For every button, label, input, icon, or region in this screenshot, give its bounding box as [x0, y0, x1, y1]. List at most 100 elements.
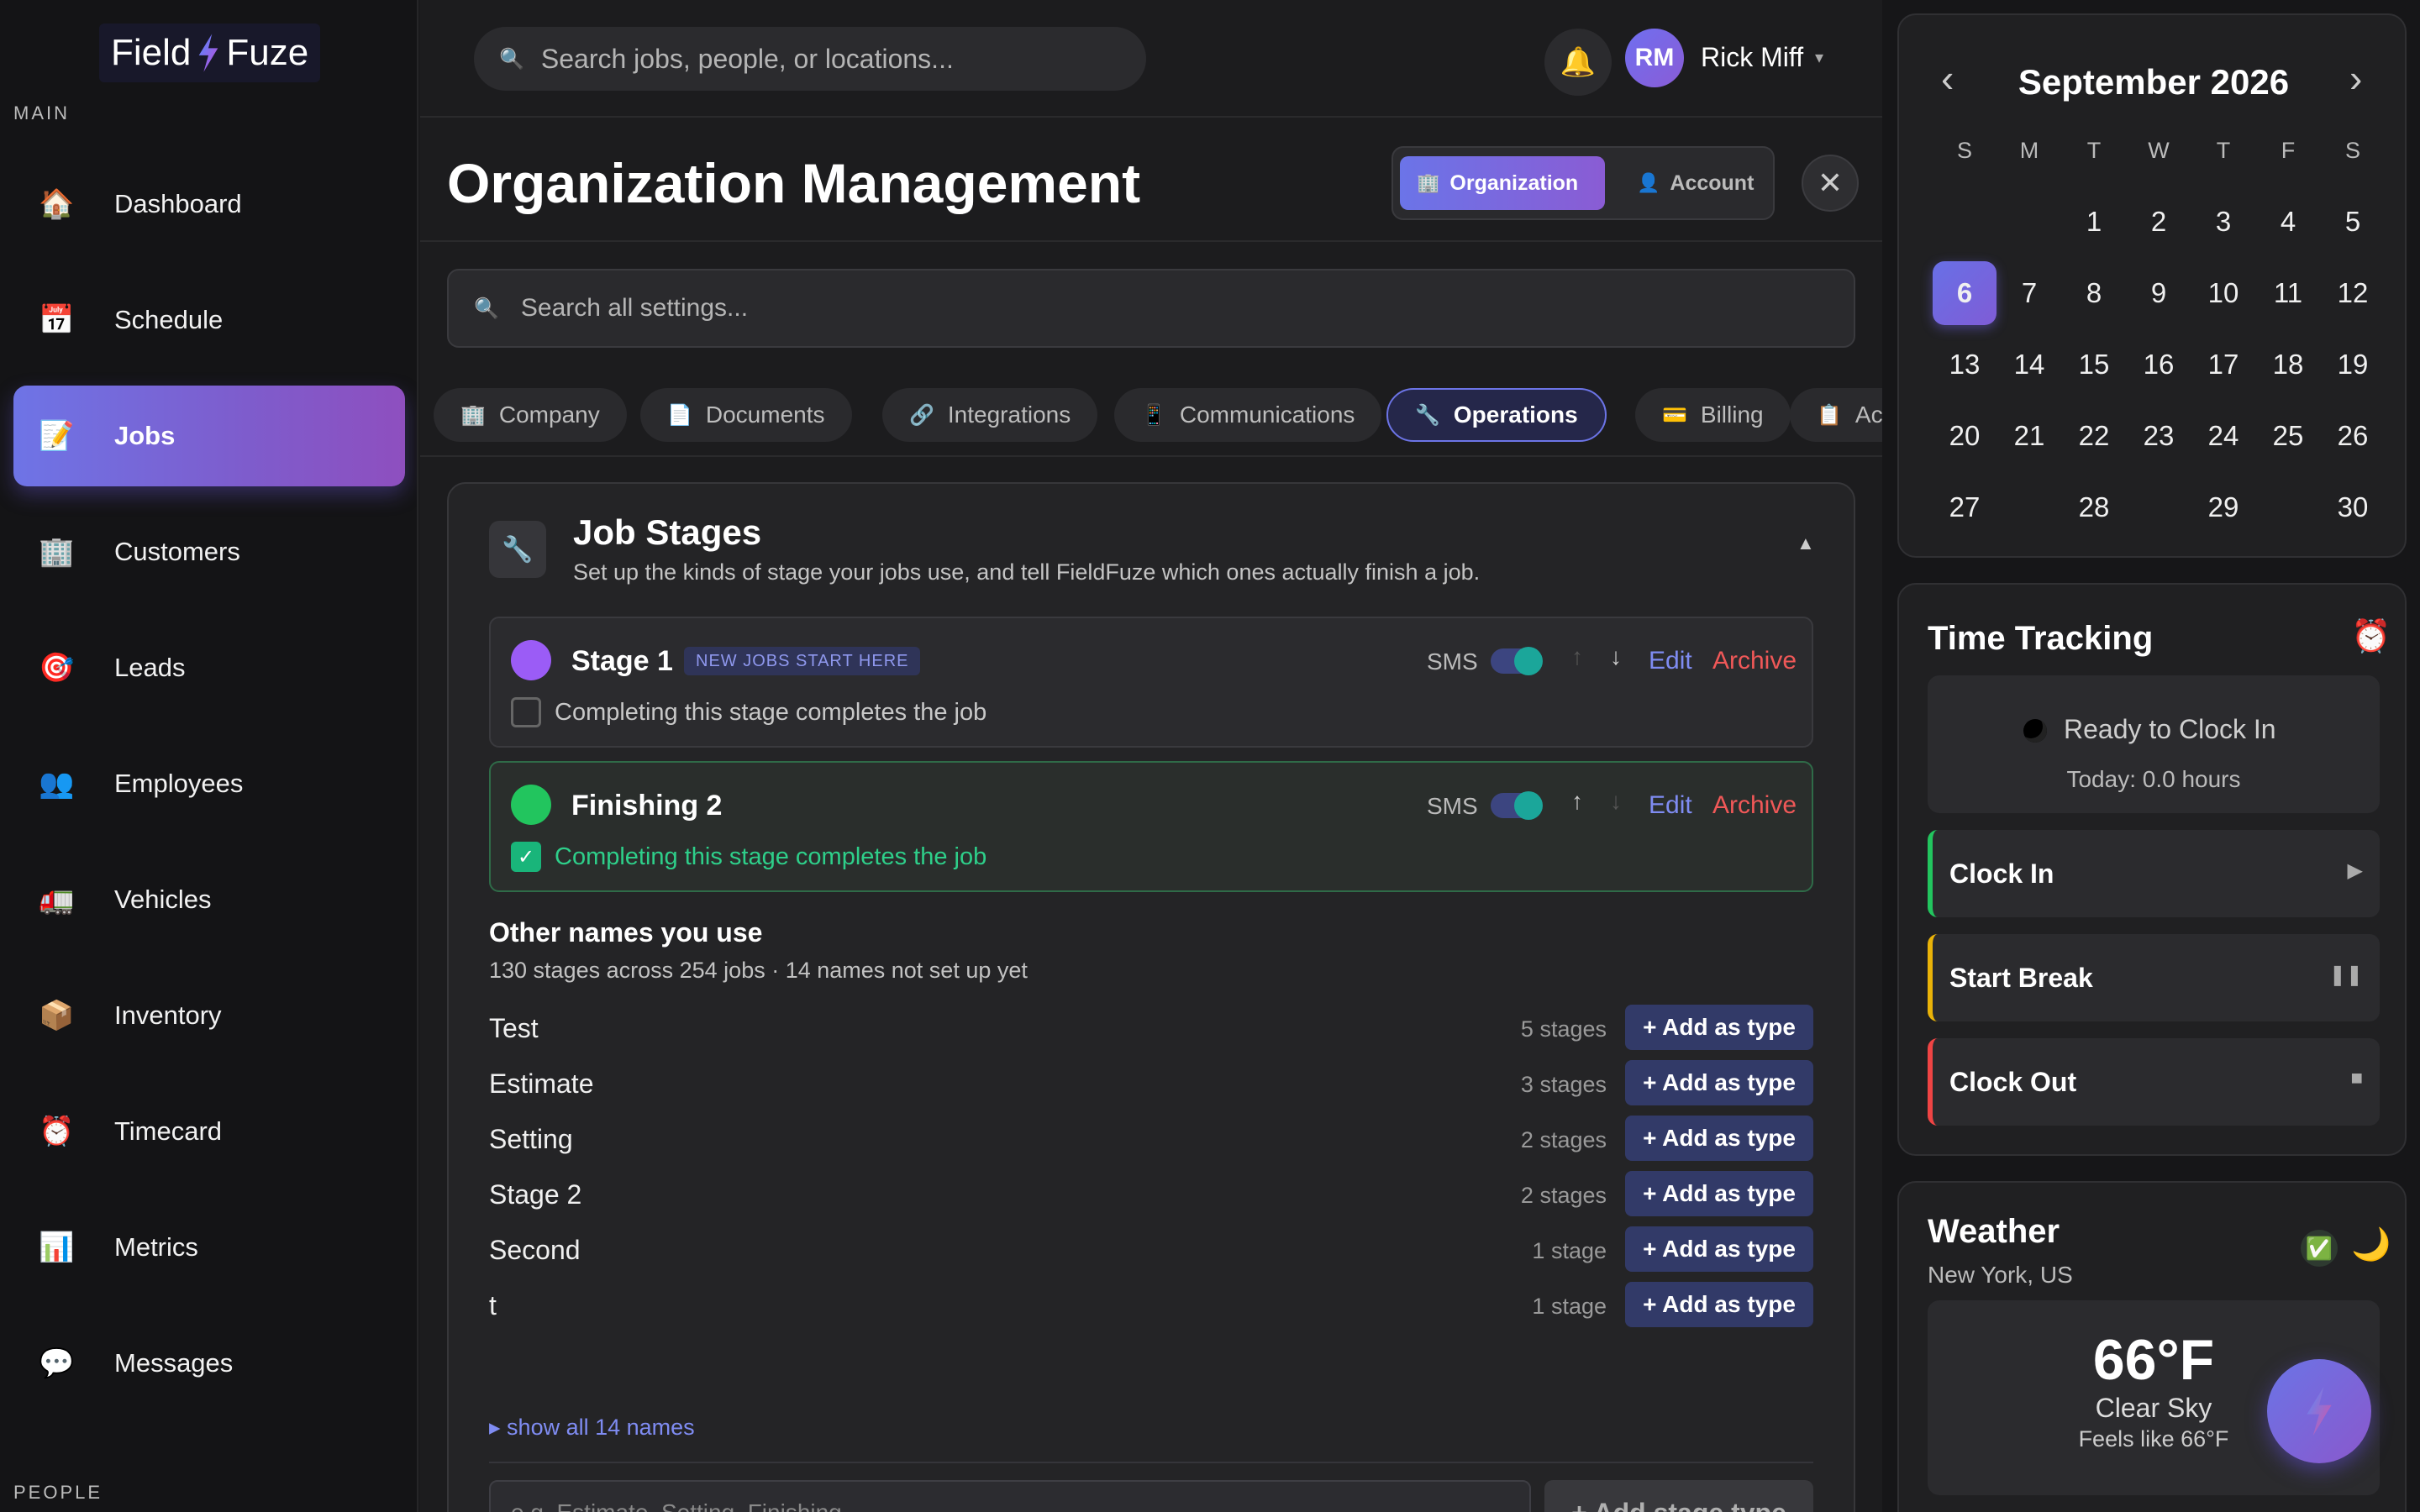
arrow-down-icon[interactable]: ↓: [1610, 788, 1622, 815]
calendar-day[interactable]: 25: [2256, 404, 2320, 468]
add-as-type-button[interactable]: + Add as type: [1625, 1226, 1813, 1272]
completes-job-checkbox[interactable]: ✓: [511, 842, 541, 872]
calendar-day[interactable]: 4: [2256, 190, 2320, 254]
show-all-names-link[interactable]: ▸ show all 14 names: [489, 1415, 695, 1441]
calendar-day[interactable]: 2: [2127, 190, 2191, 254]
add-as-type-button[interactable]: + Add as type: [1625, 1282, 1813, 1327]
avatar[interactable]: RM: [1625, 29, 1684, 87]
calendar-day[interactable]: 6: [1933, 261, 1996, 325]
stage-color-dot[interactable]: [511, 640, 551, 680]
calendar-day[interactable]: 1: [2062, 190, 2126, 254]
collapse-icon[interactable]: ▲: [1797, 533, 1815, 554]
calendar-day[interactable]: 14: [1997, 333, 2061, 396]
sidebar-item-timecard[interactable]: ⏰ Timecard: [13, 1081, 405, 1182]
other-name-row: Setting 2 stages + Add as type: [489, 1116, 1813, 1163]
calendar-day[interactable]: 28: [2062, 475, 2126, 539]
calendar-day[interactable]: 10: [2191, 261, 2255, 325]
calendar-day[interactable]: 20: [1933, 404, 1996, 468]
tab-communications[interactable]: 📱 Communications: [1114, 388, 1382, 442]
global-search[interactable]: 🔍: [474, 27, 1146, 91]
tab-billing[interactable]: 💳 Billing: [1635, 388, 1791, 442]
calendar-day[interactable]: 13: [1933, 333, 1996, 396]
sidebar-item-metrics[interactable]: 📊 Metrics: [13, 1197, 405, 1298]
clock-in-button[interactable]: Clock In ▶: [1928, 830, 2380, 917]
completes-job-checkbox[interactable]: [511, 697, 541, 727]
edit-stage-link[interactable]: Edit: [1649, 647, 1692, 675]
settings-search-input[interactable]: [520, 294, 1781, 323]
calendar-day[interactable]: 7: [1997, 261, 2061, 325]
tab-label: Billing: [1700, 402, 1764, 428]
calendar-day[interactable]: 23: [2127, 404, 2191, 468]
arrow-down-icon[interactable]: ↓: [1610, 643, 1622, 670]
calendar-day[interactable]: 12: [2321, 261, 2385, 325]
sidebar-item-label: Employees: [114, 769, 244, 798]
people-icon: 👥: [39, 768, 75, 800]
tab-operations[interactable]: 🔧 Operations: [1386, 388, 1607, 442]
settings-search[interactable]: 🔍: [447, 269, 1855, 348]
scope-switcher: 🏢 Organization 👤 Account: [1392, 146, 1775, 220]
arrow-up-icon[interactable]: ↑: [1571, 643, 1583, 670]
calendar-day[interactable]: 8: [2062, 261, 2126, 325]
quick-action-button[interactable]: [2267, 1359, 2371, 1463]
start-break-button[interactable]: Start Break ❚❚: [1928, 934, 2380, 1021]
add-stage-type-button[interactable]: + Add stage type: [1544, 1480, 1813, 1512]
sidebar-item-vehicles[interactable]: 🚛 Vehicles: [13, 849, 405, 950]
card-divider: [489, 1462, 1813, 1463]
chevron-right-icon[interactable]: ›: [2349, 55, 2362, 101]
sidebar-item-inventory[interactable]: 📦 Inventory: [13, 965, 405, 1066]
check-icon: ✅: [2301, 1230, 2338, 1267]
edit-stage-link[interactable]: Edit: [1649, 791, 1692, 820]
calendar-day[interactable]: 26: [2321, 404, 2385, 468]
stage-color-dot[interactable]: [511, 785, 551, 825]
calendar-day[interactable]: 29: [2191, 475, 2255, 539]
calendar-day[interactable]: 11: [2256, 261, 2320, 325]
calendar-day[interactable]: 3: [2191, 190, 2255, 254]
calendar-day[interactable]: 22: [2062, 404, 2126, 468]
add-as-type-button[interactable]: + Add as type: [1625, 1171, 1813, 1216]
add-as-type-button[interactable]: + Add as type: [1625, 1060, 1813, 1105]
sms-toggle[interactable]: [1491, 791, 1543, 820]
arrow-up-icon[interactable]: ↑: [1571, 788, 1583, 815]
calendar-day[interactable]: 30: [2321, 475, 2385, 539]
sidebar-item-schedule[interactable]: 📅 Schedule: [13, 270, 405, 370]
weekday-label: F: [2281, 138, 2296, 163]
new-stage-type-input[interactable]: [489, 1480, 1531, 1512]
close-button[interactable]: ✕: [1802, 155, 1859, 212]
sidebar-item-leads[interactable]: 🎯 Leads: [13, 617, 405, 718]
add-as-type-button[interactable]: + Add as type: [1625, 1005, 1813, 1050]
notifications-button[interactable]: 🔔: [1544, 29, 1612, 96]
calendar-day[interactable]: 21: [1997, 404, 2061, 468]
user-icon: 👤: [1637, 172, 1660, 193]
calendar-day[interactable]: 5: [2321, 190, 2385, 254]
clock-out-button[interactable]: Clock Out ■: [1928, 1038, 2380, 1126]
user-menu-name[interactable]: Rick Miff: [1701, 42, 1803, 73]
calendar-day[interactable]: 9: [2127, 261, 2191, 325]
global-search-input[interactable]: [540, 43, 1129, 75]
calendar-day[interactable]: 17: [2191, 333, 2255, 396]
sidebar-item-employees[interactable]: 👥 Employees: [13, 733, 405, 834]
account-tab-button[interactable]: 👤 Account: [1620, 156, 1763, 210]
archive-stage-link[interactable]: Archive: [1712, 647, 1797, 675]
tab-integrations[interactable]: 🔗 Integrations: [882, 388, 1098, 442]
calendar-day[interactable]: 15: [2062, 333, 2126, 396]
sms-toggle[interactable]: [1491, 647, 1543, 675]
calendar-day[interactable]: 16: [2127, 333, 2191, 396]
brand-logo[interactable]: Field Fuze: [99, 24, 321, 82]
calendar-day[interactable]: 24: [2191, 404, 2255, 468]
calendar-day[interactable]: 18: [2256, 333, 2320, 396]
tab-documents[interactable]: 📄 Documents: [640, 388, 852, 442]
add-as-type-button[interactable]: + Add as type: [1625, 1116, 1813, 1161]
calendar-day[interactable]: 27: [1933, 475, 1996, 539]
sidebar-item-dashboard[interactable]: 🏠 Dashboard: [13, 154, 405, 255]
organization-tab-button[interactable]: 🏢 Organization: [1400, 156, 1605, 210]
chevron-down-icon[interactable]: ▾: [1815, 47, 1823, 68]
calendar-day[interactable]: 19: [2321, 333, 2385, 396]
tab-ac[interactable]: 📋 Ac: [1790, 388, 1882, 442]
sidebar-item-messages[interactable]: 💬 Messages: [13, 1313, 405, 1414]
alarm-clock-icon: ⏰: [39, 1116, 75, 1147]
tab-company[interactable]: 🏢 Company: [434, 388, 627, 442]
sidebar-item-customers[interactable]: 🏢 Customers: [13, 501, 405, 602]
sidebar-item-jobs[interactable]: 📝 Jobs: [13, 386, 405, 486]
tab-label: Company: [498, 402, 600, 428]
archive-stage-link[interactable]: Archive: [1712, 791, 1797, 820]
